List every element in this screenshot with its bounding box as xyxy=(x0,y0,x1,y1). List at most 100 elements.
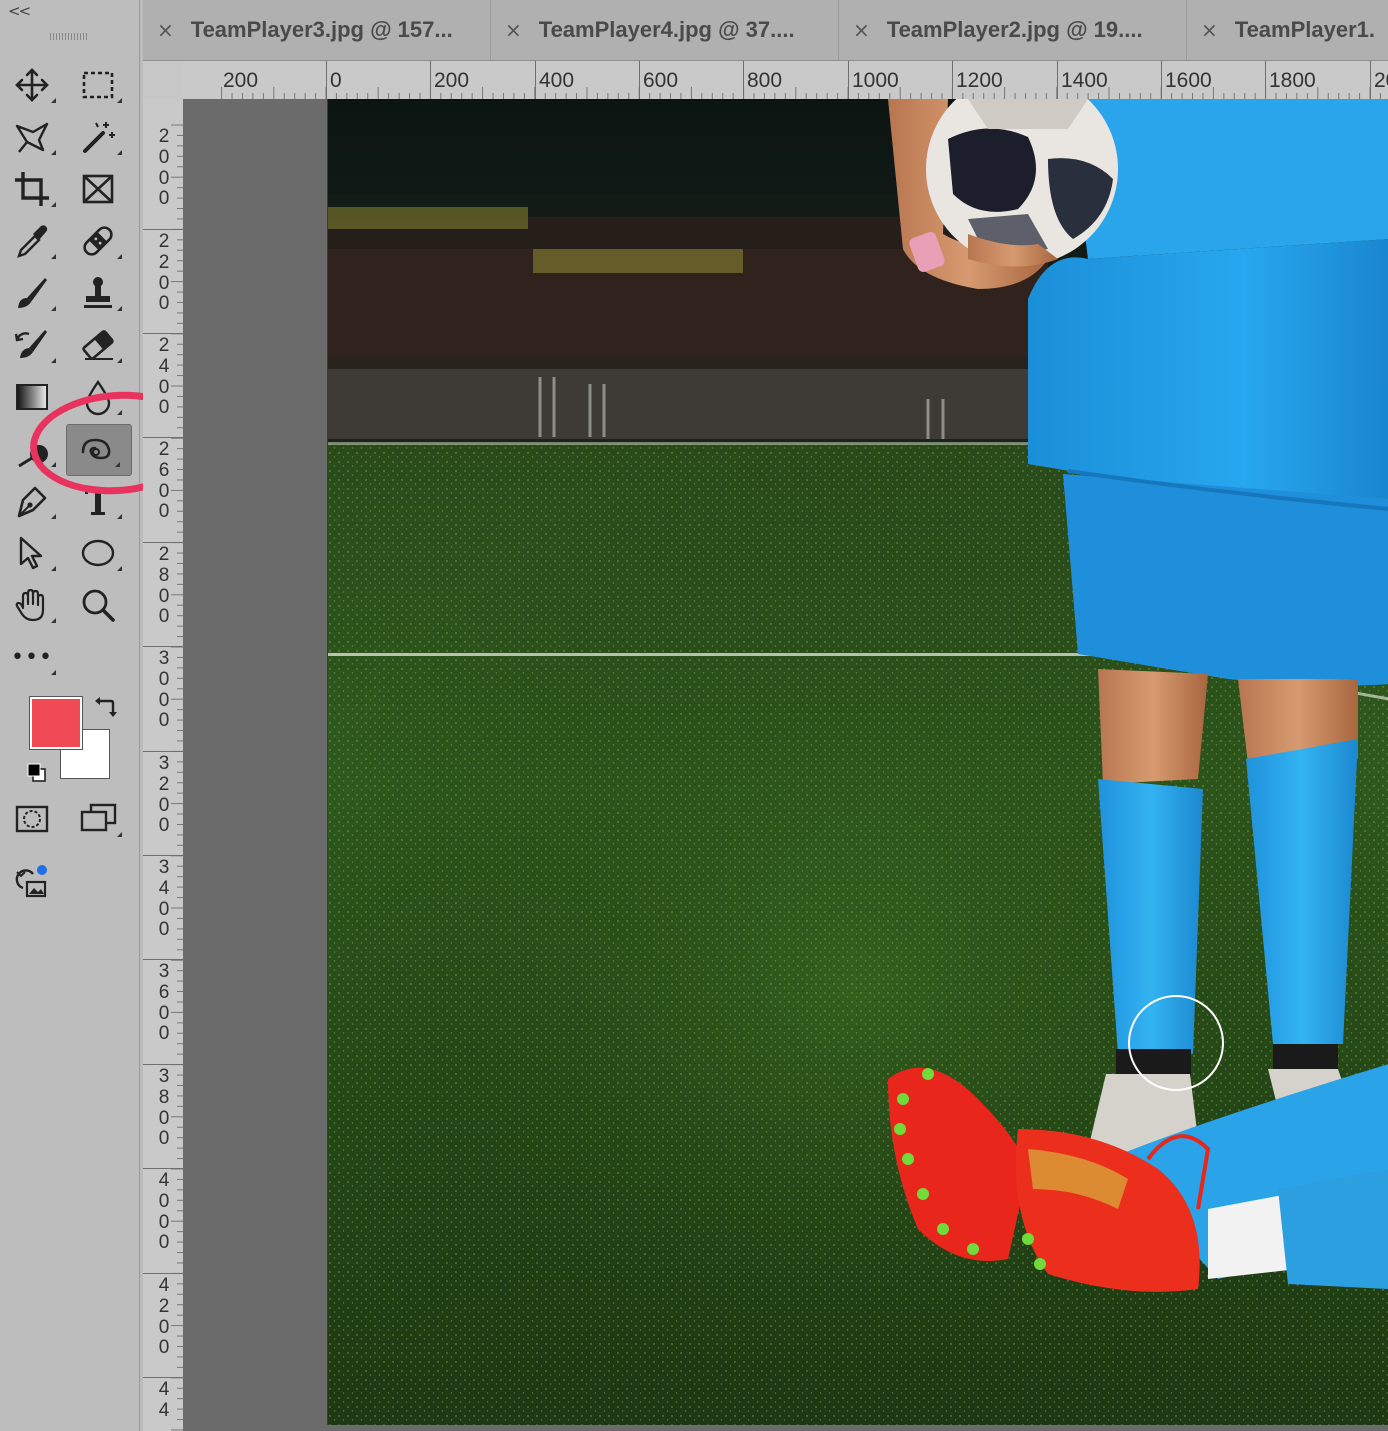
brush-circle-cursor-icon xyxy=(1128,995,1224,1091)
ruler-label: 1200 xyxy=(956,69,1003,92)
path-selection-tool[interactable] xyxy=(0,528,64,578)
ruler-tick xyxy=(143,959,183,960)
ruler-tick xyxy=(143,1377,183,1378)
collapse-panel-button[interactable]: << xyxy=(8,2,31,20)
frame-tool[interactable] xyxy=(66,164,130,214)
drop-icon xyxy=(85,379,111,416)
ruler-label: 1600 xyxy=(1165,69,1212,92)
ruler-tick xyxy=(143,542,183,543)
tab-teamplayer3[interactable]: × TeamPlayer3.jpg @ 157... xyxy=(143,0,491,60)
tab-teamplayer2[interactable]: × TeamPlayer2.jpg @ 19.... xyxy=(839,0,1187,60)
ruler-tick xyxy=(1370,61,1371,99)
rectangular-marquee-tool[interactable] xyxy=(66,60,130,110)
content-credentials[interactable] xyxy=(0,856,64,906)
ruler-tick xyxy=(639,61,640,99)
dodge-tool[interactable] xyxy=(0,424,64,474)
swap-colors-icon[interactable] xyxy=(93,695,119,721)
ruler-tick xyxy=(143,1273,183,1274)
clone-stamp-tool[interactable] xyxy=(66,268,130,318)
close-tab-icon[interactable]: × xyxy=(157,18,174,42)
foreground-color-swatch[interactable] xyxy=(29,696,83,750)
ruler-tick xyxy=(1161,61,1162,99)
brush-tool[interactable] xyxy=(0,268,64,318)
edit-toolbar[interactable]: ••• xyxy=(0,632,64,682)
ruler-label: 2600 xyxy=(158,439,170,523)
tab-teamplayer4[interactable]: × TeamPlayer4.jpg @ 37.... xyxy=(491,0,839,60)
ruler-label: 3600 xyxy=(158,961,170,1045)
stamp-icon xyxy=(84,277,112,308)
screen-mode-icon xyxy=(80,803,117,832)
ruler-tick xyxy=(743,61,744,99)
content-credentials-icon xyxy=(15,865,47,898)
close-tab-icon[interactable]: × xyxy=(505,18,522,42)
smudge-icon xyxy=(81,438,111,460)
ruler-label: 600 xyxy=(643,69,679,92)
default-colors-icon[interactable] xyxy=(26,762,48,784)
hand-tool[interactable] xyxy=(0,580,64,630)
ellipse-icon xyxy=(81,539,115,567)
ruler-label: 3200 xyxy=(158,753,170,837)
close-tab-icon[interactable]: × xyxy=(1201,18,1218,42)
lasso-icon xyxy=(15,122,49,153)
ruler-tick xyxy=(1057,61,1058,99)
ruler-label: 200 xyxy=(434,69,470,92)
lasso-tool[interactable] xyxy=(0,112,64,162)
tab-title: TeamPlayer4.jpg @ 37.... xyxy=(538,17,795,42)
brush-icon xyxy=(18,278,47,308)
ruler-tick xyxy=(430,61,431,99)
tools-panel: << ••• xyxy=(0,0,208,1431)
crop-tool[interactable] xyxy=(0,164,64,214)
history-brush-icon xyxy=(14,330,47,358)
ruler-origin[interactable] xyxy=(143,61,184,100)
history-brush-tool[interactable] xyxy=(0,320,64,370)
document-tabs: × TeamPlayer3.jpg @ 157... × TeamPlayer4… xyxy=(143,0,1388,61)
ruler-label: 3000 xyxy=(158,648,170,732)
ellipse-tool[interactable] xyxy=(66,528,130,578)
ruler-tick xyxy=(143,437,183,438)
ruler-label: 3800 xyxy=(158,1066,170,1150)
quick-mask-mode[interactable] xyxy=(0,794,64,844)
ruler-label: 4000 xyxy=(158,1170,170,1254)
more-icon: ••• xyxy=(11,644,53,670)
pen-icon xyxy=(17,486,47,518)
ruler-label: 800 xyxy=(747,69,783,92)
horizontal-ruler[interactable]: 200 0 200 400 600 800 1000 1200 1400 160… xyxy=(183,61,1388,100)
frame-icon xyxy=(82,174,114,204)
tab-title: TeamPlayer3.jpg @ 157... xyxy=(190,17,453,42)
marquee-icon xyxy=(82,71,114,99)
type-icon xyxy=(85,488,111,515)
smudge-tool[interactable] xyxy=(64,424,132,476)
ruler-tick xyxy=(143,229,183,230)
magic-wand-tool[interactable] xyxy=(66,112,130,162)
move-tool[interactable] xyxy=(0,60,64,110)
zoom-tool[interactable] xyxy=(66,580,130,630)
healing-brush-tool[interactable] xyxy=(66,216,130,266)
ruler-label: 1400 xyxy=(1061,69,1108,92)
ruler-tick xyxy=(326,61,327,99)
blur-tool[interactable] xyxy=(66,372,130,422)
ruler-label: 400 xyxy=(539,69,575,92)
eraser-tool[interactable] xyxy=(66,320,130,370)
ruler-tick xyxy=(535,61,536,99)
canvas-pasteboard[interactable] xyxy=(183,99,1388,1431)
ruler-tick xyxy=(143,333,183,334)
panel-grip[interactable] xyxy=(50,33,88,40)
tab-teamplayer1[interactable]: × TeamPlayer1. xyxy=(1187,0,1388,60)
ruler-label: 20 xyxy=(1374,69,1388,92)
dodge-icon xyxy=(18,445,48,468)
document-image[interactable] xyxy=(327,99,1388,1425)
ruler-tick xyxy=(1265,61,1266,99)
screen-mode[interactable] xyxy=(66,794,130,844)
move-icon xyxy=(15,68,49,102)
gradient-icon xyxy=(16,384,48,410)
ruler-label: 2000 xyxy=(158,126,170,210)
type-tool[interactable] xyxy=(66,476,130,526)
vertical-ruler[interactable]: 2000 2200 2400 2600 2800 3000 3200 3400 … xyxy=(143,99,184,1431)
ruler-tick xyxy=(143,855,183,856)
tab-title: TeamPlayer2.jpg @ 19.... xyxy=(886,17,1143,42)
gradient-tool[interactable] xyxy=(0,372,64,422)
eyedropper-tool[interactable] xyxy=(0,216,64,266)
pen-tool[interactable] xyxy=(0,476,64,526)
close-tab-icon[interactable]: × xyxy=(853,18,870,42)
ruler-tick xyxy=(143,1064,183,1065)
